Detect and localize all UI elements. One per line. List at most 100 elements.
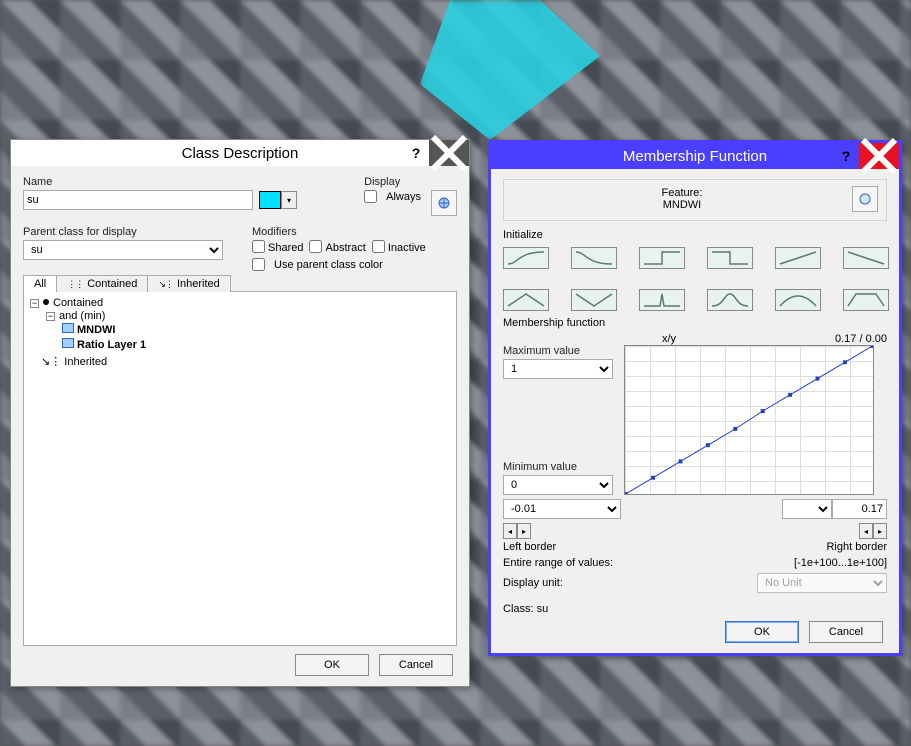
left-step-right[interactable]: ▸ (517, 523, 531, 539)
name-label: Name (23, 176, 354, 188)
parent-color-checkbox[interactable] (252, 258, 265, 271)
tree-mndwi-leaf[interactable]: MNDWI (62, 322, 450, 337)
shape-ramp-up[interactable] (775, 247, 821, 269)
tab-inherited[interactable]: ↘⋮Inherited (147, 275, 230, 292)
class-desc-ok-button[interactable]: OK (295, 654, 369, 676)
mf-class-value: su (537, 603, 549, 615)
dots-icon: ⋮⋮ (67, 279, 83, 290)
parent-color-label: Use parent class color (274, 259, 383, 271)
left-border-stepper[interactable]: ◂ ▸ (503, 523, 556, 539)
left-step-left[interactable]: ◂ (503, 523, 517, 539)
class-color-swatch[interactable] (259, 191, 281, 209)
class-name-input[interactable] (23, 190, 253, 210)
parent-class-label: Parent class for display (23, 226, 238, 238)
shape-step-up[interactable] (639, 247, 685, 269)
shape-spike[interactable] (639, 289, 685, 311)
tree-inherited-node[interactable]: ↘⋮ Inherited (30, 354, 450, 369)
min-value-select[interactable]: 0 (503, 475, 613, 495)
class-tree[interactable]: −Contained −and (min) MNDWI Ratio Layer … (23, 291, 457, 646)
mf-ok-button[interactable]: OK (725, 621, 799, 643)
dots-arrow-icon: ↘⋮ (158, 279, 173, 290)
membership-chart[interactable] (624, 345, 874, 495)
shared-label: Shared (268, 242, 303, 254)
initialize-label: Initialize (503, 229, 887, 241)
collapse-icon[interactable]: − (46, 312, 55, 321)
collapse-icon[interactable]: − (30, 299, 39, 308)
tree-ratio-leaf[interactable]: Ratio Layer 1 (62, 337, 450, 352)
inactive-checkbox[interactable] (372, 240, 385, 253)
shape-trapezoid[interactable] (843, 289, 889, 311)
class-desc-close-button[interactable] (429, 140, 469, 166)
dots-arrow-icon: ↘⋮ (41, 356, 61, 368)
mf-cancel-button[interactable]: Cancel (809, 621, 883, 643)
tabstrip: All ⋮⋮Contained ↘⋮Inherited (23, 275, 457, 292)
always-label: Always (386, 191, 421, 203)
bullet-icon (43, 299, 49, 305)
shared-checkbox[interactable] (252, 240, 265, 253)
display-settings-button[interactable] (431, 190, 457, 216)
feature-icon (62, 338, 74, 348)
parent-class-select[interactable]: su (23, 240, 223, 260)
shape-gauss[interactable] (707, 289, 753, 311)
xy-label: x/y (662, 333, 676, 345)
inactive-label: Inactive (388, 242, 426, 254)
class-desc-help-button[interactable]: ? (403, 140, 429, 166)
inactive-checkbox-row[interactable]: Inactive (372, 240, 426, 254)
chart-line (625, 346, 873, 494)
right-step-right[interactable]: ▸ (873, 523, 887, 539)
tab-contained[interactable]: ⋮⋮Contained (56, 275, 148, 292)
feature-pick-button[interactable] (852, 186, 878, 212)
class-desc-cancel-button[interactable]: Cancel (379, 654, 453, 676)
range-label: Entire range of values: (503, 557, 613, 569)
right-border-input[interactable] (832, 499, 887, 519)
mf-help-button[interactable]: ? (833, 143, 859, 169)
tree-contained-node[interactable]: −Contained −and (min) MNDWI Ratio Layer … (30, 296, 450, 354)
close-icon (429, 133, 469, 173)
shape-s-curve-up[interactable] (503, 247, 549, 269)
abstract-label: Abstract (325, 242, 365, 254)
max-value-label: Maximum value (503, 345, 618, 357)
membership-function-dialog: Membership Function ? Feature: MNDWI Ini… (488, 140, 902, 656)
class-description-dialog: Class Description ? Name ▾ Display (10, 139, 470, 687)
mf-title: Membership Function (623, 148, 767, 165)
display-unit-label: Display unit: (503, 577, 563, 589)
tree-andmin-node[interactable]: −and (min) MNDWI Ratio Layer 1 (46, 309, 450, 353)
class-desc-titlebar[interactable]: Class Description ? (11, 140, 469, 166)
xy-value: 0.17 / 0.00 (835, 333, 887, 345)
shape-v[interactable] (571, 289, 617, 311)
parent-color-checkbox-row[interactable]: Use parent class color (252, 258, 457, 271)
range-value: [-1e+100...1e+100] (794, 557, 887, 569)
shape-grid (503, 247, 887, 311)
feature-name: MNDWI (512, 199, 852, 211)
feature-icon (62, 323, 74, 333)
shared-checkbox-row[interactable]: Shared (252, 240, 303, 254)
left-border-label: Left border (503, 541, 556, 553)
display-unit-select: No Unit (757, 573, 887, 593)
gear-globe-icon (436, 195, 452, 211)
tab-all[interactable]: All (23, 275, 57, 292)
always-checkbox-row[interactable]: Always (364, 190, 421, 203)
right-border-stepper[interactable]: ◂ ▸ (826, 523, 887, 539)
class-label-row: Class: su (503, 603, 548, 615)
abstract-checkbox-row[interactable]: Abstract (309, 240, 365, 254)
max-value-select[interactable]: 1 (503, 359, 613, 379)
right-border-label: Right border (826, 541, 887, 553)
shape-triangle[interactable] (503, 289, 549, 311)
shape-dome[interactable] (775, 289, 821, 311)
shape-s-curve-down[interactable] (571, 247, 617, 269)
right-border-unit-select[interactable] (782, 499, 832, 519)
mf-titlebar[interactable]: Membership Function ? (491, 143, 899, 169)
shape-step-down[interactable] (707, 247, 753, 269)
always-checkbox[interactable] (364, 190, 377, 203)
mf-close-button[interactable] (859, 143, 899, 169)
display-label: Display (364, 176, 421, 188)
right-step-left[interactable]: ◂ (859, 523, 873, 539)
abstract-checkbox[interactable] (309, 240, 322, 253)
close-icon (859, 136, 899, 176)
shape-ramp-down[interactable] (843, 247, 889, 269)
globe-icon (857, 191, 873, 207)
class-color-dropdown[interactable]: ▾ (281, 191, 297, 209)
class-desc-title: Class Description (182, 145, 299, 162)
feature-heading: Feature: (512, 187, 852, 199)
left-border-select[interactable]: -0.01 (503, 499, 621, 519)
